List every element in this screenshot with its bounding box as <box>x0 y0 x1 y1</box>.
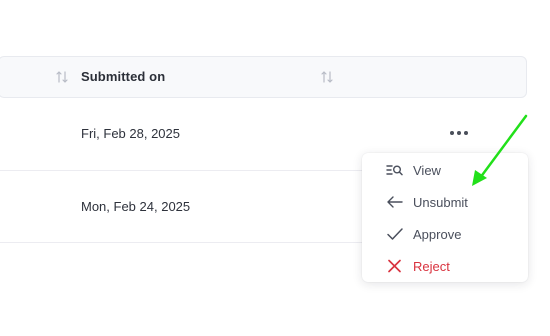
menu-item-label: Reject <box>413 258 450 274</box>
menu-item-view[interactable]: View <box>362 154 528 186</box>
arrow-left-icon <box>386 193 404 211</box>
more-horizontal-icon <box>450 131 454 135</box>
menu-item-reject[interactable]: Reject <box>362 250 528 282</box>
x-icon <box>386 257 404 275</box>
sort-icon[interactable] <box>55 70 69 84</box>
check-icon <box>386 225 404 243</box>
sort-icon[interactable] <box>320 70 334 84</box>
menu-item-label: View <box>413 162 441 178</box>
table-header <box>0 56 527 98</box>
view-list-search-icon <box>386 161 404 179</box>
page: Submitted on Fri, Feb 28, 2025 Mon, Feb … <box>0 0 550 336</box>
table-cell-submitted-on: Mon, Feb 24, 2025 <box>81 199 191 214</box>
menu-item-approve[interactable]: Approve <box>362 218 528 250</box>
more-actions-button[interactable] <box>447 124 471 142</box>
menu-item-label: Approve <box>413 226 462 242</box>
menu-item-label: Unsubmit <box>413 194 468 210</box>
row-actions-menu: View Unsubmit Approve Reject <box>362 153 528 282</box>
menu-item-unsubmit[interactable]: Unsubmit <box>362 186 528 218</box>
column-header-submitted-on[interactable]: Submitted on <box>81 69 165 84</box>
table-cell-submitted-on: Fri, Feb 28, 2025 <box>81 126 180 141</box>
more-horizontal-icon-dot <box>464 131 468 135</box>
more-horizontal-icon-dot <box>457 131 461 135</box>
